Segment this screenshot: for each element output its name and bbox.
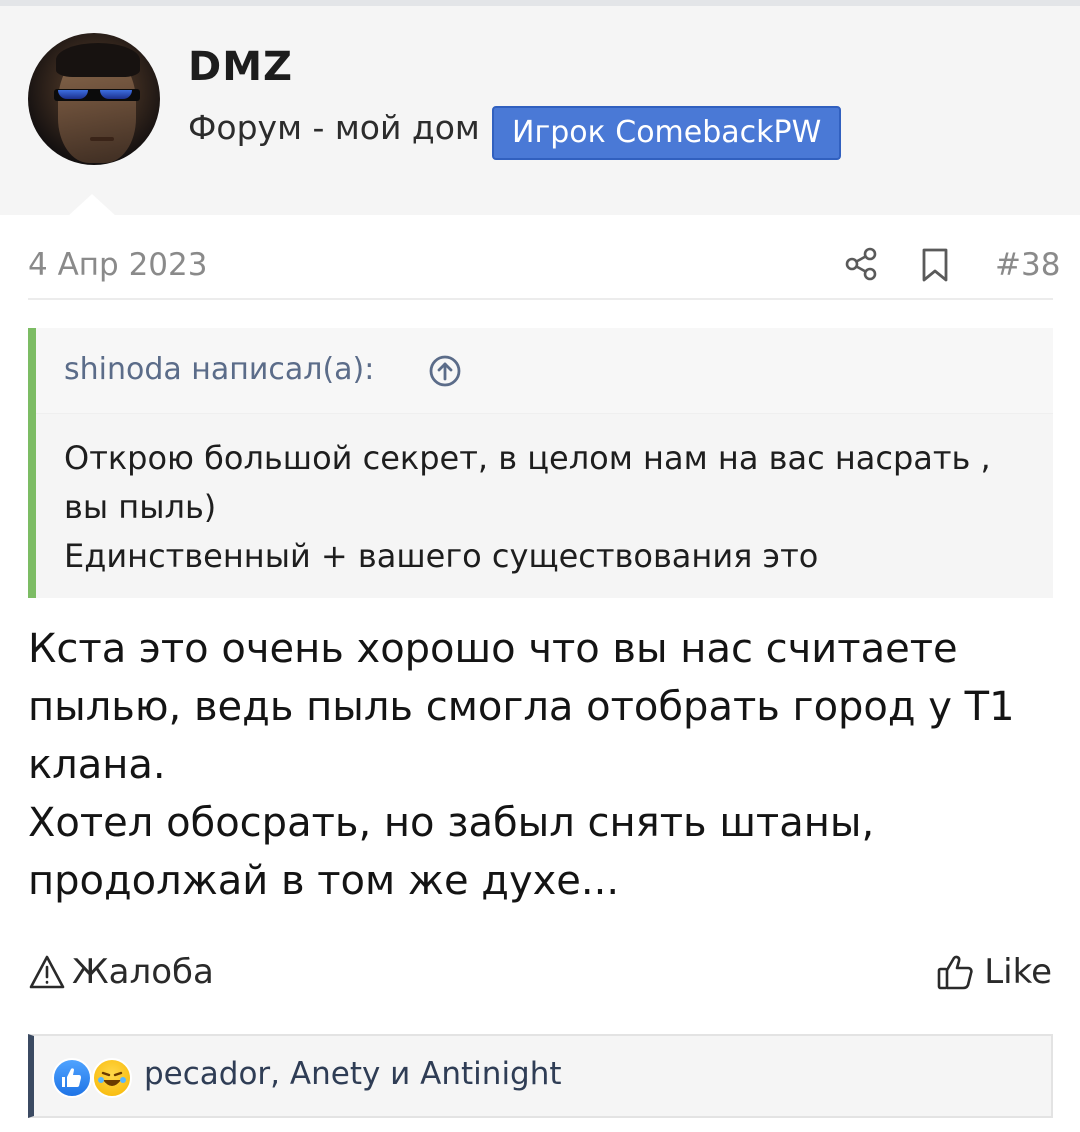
avatar-hair	[56, 43, 140, 77]
quote-line: Единственный + вашего существования это	[64, 537, 819, 575]
post-date[interactable]: 4 Апр 2023	[28, 247, 207, 283]
warning-icon	[29, 955, 65, 989]
avatar-mouth	[90, 137, 114, 141]
post-number[interactable]: #38	[995, 247, 1060, 283]
quote-header: shinoda написал(а):	[36, 328, 1053, 414]
message-line: пылью, ведь пыль смогла отобрать город у…	[28, 684, 1015, 730]
avatar-lens-left	[58, 90, 88, 99]
bookmark-icon[interactable]	[920, 247, 950, 283]
report-label: Жалоба	[72, 952, 214, 992]
arrow-up-circle-icon[interactable]	[428, 354, 462, 388]
like-reaction-glyph	[62, 1068, 81, 1087]
user-title: Форум - мой дом	[188, 108, 480, 147]
quote-block: shinoda написал(а): Открою большой секре…	[28, 328, 1053, 598]
username[interactable]: DMZ	[188, 44, 293, 90]
laugh-reaction-glyph	[98, 1071, 126, 1086]
report-button[interactable]: Жалоба	[28, 950, 214, 994]
reactions-bar[interactable]: pecador, Anety и Antinight	[28, 1034, 1053, 1118]
meta-divider	[28, 298, 1053, 300]
message-line: продолжай в том же духе...	[28, 858, 620, 904]
avatar-lens-right	[100, 90, 132, 99]
reaction-users[interactable]: pecador, Anety и Antinight	[144, 1056, 562, 1092]
user-header: DMZ Форум - мой дом Игрок ComebackPW	[0, 6, 1080, 215]
like-reaction-icon	[52, 1058, 92, 1098]
quote-author[interactable]: shinoda написал(а):	[64, 352, 374, 387]
share-icon[interactable]	[843, 246, 879, 282]
message-line: Хотел обосрать, но забыл снять штаны,	[28, 800, 875, 846]
quote-body: Открою большой секрет, в целом нам на ва…	[64, 434, 1034, 581]
quote-line: Открою большой секрет, в целом нам на ва…	[64, 439, 991, 477]
laugh-reaction-icon	[92, 1058, 132, 1098]
user-banner: Игрок ComebackPW	[492, 106, 842, 160]
message-line: клана.	[28, 742, 166, 788]
like-button[interactable]: Like	[936, 950, 1052, 994]
like-label: Like	[984, 952, 1052, 992]
avatar[interactable]	[28, 33, 160, 165]
message-body: Кста это очень хорошо что вы нас считает…	[28, 620, 1053, 910]
quote-line: вы пыль)	[64, 488, 217, 526]
header-arrow	[68, 194, 116, 216]
thumbs-up-icon	[937, 955, 973, 990]
message-line: Кста это очень хорошо что вы нас считает…	[28, 626, 958, 672]
